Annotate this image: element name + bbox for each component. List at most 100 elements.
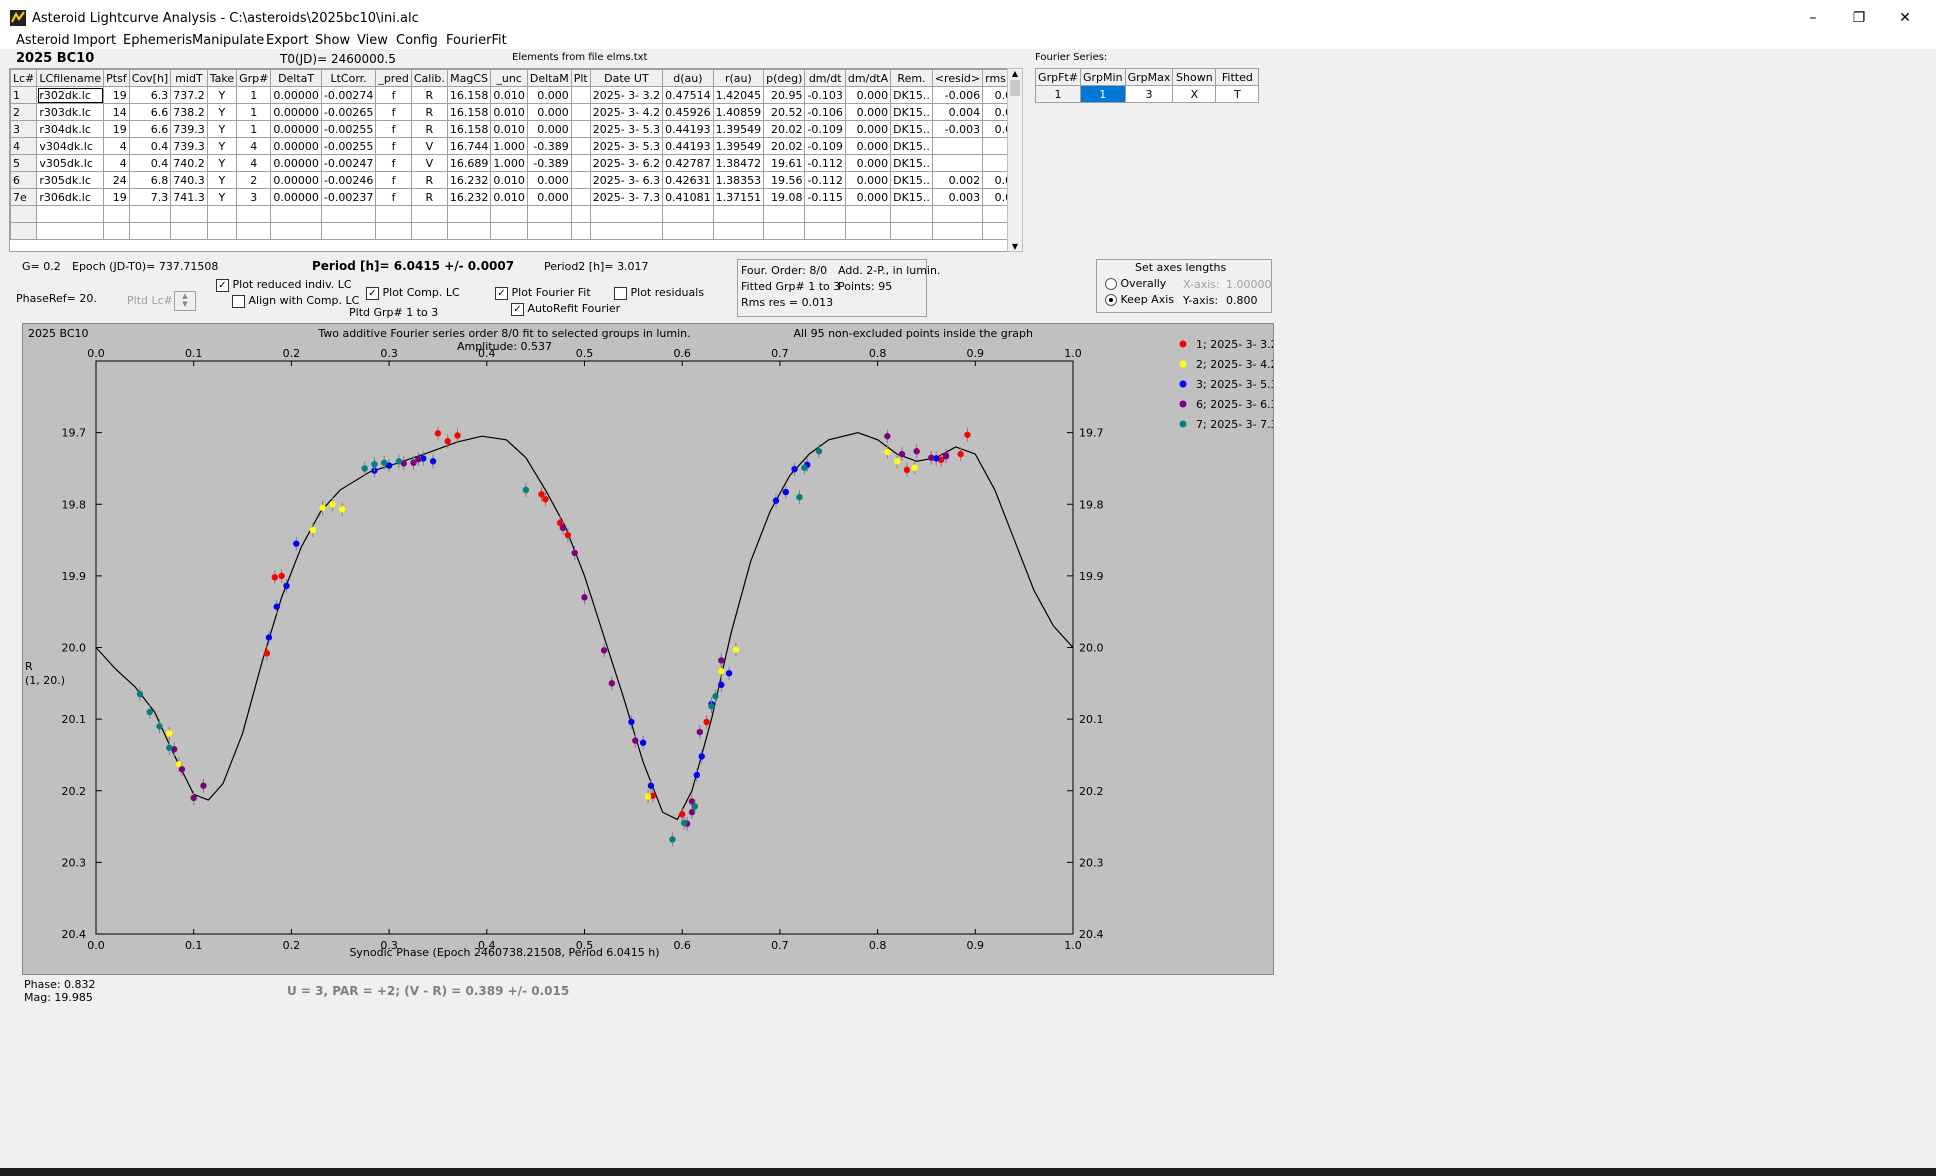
lc-cell[interactable]: 2 <box>236 171 272 189</box>
lc-cell[interactable]: 0.00000 <box>270 188 322 206</box>
table-scrollbar[interactable]: ▲ ▼ <box>1007 68 1023 252</box>
lc-cell[interactable]: DK15.. <box>890 188 933 206</box>
lc-cell[interactable] <box>931 137 984 155</box>
lc-cell[interactable]: 0.000 <box>844 86 892 104</box>
lc-cell[interactable]: 0.010 <box>490 188 528 206</box>
lc-cell[interactable]: 1.38353 <box>712 171 765 189</box>
lc-table-row[interactable]: 1 r302dk.lc 19 6.3 737.2 Y 1 0.00000 -0.00274 f R 1… <box>10 86 1012 104</box>
lc-cell[interactable]: -0.00274 <box>320 86 377 104</box>
lc-cell[interactable]: 0.010 <box>490 103 528 121</box>
lc-cell[interactable]: 0.000 <box>844 188 892 206</box>
lc-cell[interactable]: 0.00000 <box>270 103 322 121</box>
menu-manipulate[interactable]: Manipulate <box>192 33 264 48</box>
lc-cell[interactable]: 0.010 <box>490 86 528 104</box>
lc-cell[interactable] <box>570 188 591 206</box>
lc-cell[interactable]: -0.00255 <box>320 120 377 138</box>
menu-show[interactable]: Show <box>315 33 350 48</box>
menu-ephemeris[interactable]: Ephemeris <box>123 33 192 48</box>
lc-cell[interactable] <box>570 171 591 189</box>
lc-cell[interactable]: 0.000 <box>844 120 892 138</box>
lc-cell[interactable]: 19.61 <box>763 154 806 172</box>
lc-cell[interactable]: DK15.. <box>890 86 933 104</box>
lc-cell[interactable]: 4 <box>236 137 272 155</box>
yaxis-input[interactable]: 0.800 <box>1226 294 1258 307</box>
lc-cell[interactable]: 0.004 <box>931 103 984 121</box>
lc-cell[interactable]: 2025- 3- 5.3 <box>589 120 664 138</box>
lc-cell[interactable]: 0.002 <box>931 171 984 189</box>
lc-cell[interactable]: 19 <box>103 86 130 104</box>
lc-cell[interactable]: -0.003 <box>931 120 984 138</box>
lc-cell[interactable]: v304dk.lc <box>36 137 105 155</box>
lc-cell[interactable]: 16.232 <box>446 188 492 206</box>
lc-cell[interactable]: 0.000 <box>844 171 892 189</box>
lc-cell[interactable]: r302dk.lc <box>36 86 105 104</box>
lc-cell[interactable]: 1 <box>236 103 272 121</box>
lc-cell[interactable]: 1.42045 <box>712 86 765 104</box>
lc-cell[interactable]: 0.47514 <box>662 86 714 104</box>
lc-cell[interactable]: -0.106 <box>804 103 846 121</box>
lc-cell[interactable]: 739.3 <box>170 137 208 155</box>
menu-import[interactable]: Import <box>73 33 116 48</box>
lc-cell[interactable]: -0.103 <box>804 86 846 104</box>
lc-cell[interactable]: 0.00000 <box>270 86 322 104</box>
lc-cell[interactable]: R <box>410 86 448 104</box>
lc-cell[interactable]: -0.112 <box>804 171 846 189</box>
lc-cell[interactable]: 2025- 3- 6.2 <box>589 154 664 172</box>
lc-cell[interactable]: 0.000 <box>526 120 572 138</box>
lc-cell[interactable]: Y <box>206 120 238 138</box>
lc-cell[interactable]: 1.000 <box>490 137 528 155</box>
lc-cell[interactable]: 3 <box>236 188 272 206</box>
lc-cell[interactable]: 1 <box>236 120 272 138</box>
menu-export[interactable]: Export <box>266 33 309 48</box>
lc-cell[interactable]: f <box>375 171 412 189</box>
lc-cell[interactable]: 0.000 <box>844 103 892 121</box>
lc-cell[interactable]: 0.44193 <box>662 137 714 155</box>
lc-table-row[interactable]: 4 v304dk.lc 4 0.4 739.3 Y 4 0.00000 -0.00255 f V 16… <box>10 137 1012 155</box>
lc-cell[interactable]: 0.000 <box>526 86 572 104</box>
lc-cell[interactable]: -0.389 <box>526 137 572 155</box>
lc-cell[interactable]: f <box>375 154 412 172</box>
scroll-thumb[interactable] <box>1010 80 1020 96</box>
lc-cell[interactable] <box>570 86 591 104</box>
lc-cell[interactable]: DK15.. <box>890 171 933 189</box>
lc-cell[interactable]: 0.000 <box>844 154 892 172</box>
lc-cell[interactable]: 0.000 <box>526 103 572 121</box>
lc-cell[interactable]: 0.44193 <box>662 120 714 138</box>
lc-cell[interactable]: 14 <box>103 103 130 121</box>
menu-config[interactable]: Config <box>396 33 438 48</box>
lc-cell[interactable]: 1 <box>236 86 272 104</box>
lc-cell[interactable]: 6.8 <box>128 171 172 189</box>
lc-cell[interactable]: r306dk.lc <box>36 188 105 206</box>
lc-cell[interactable]: -0.109 <box>804 120 846 138</box>
lc-cell[interactable]: 19 <box>103 120 130 138</box>
plot-residuals-checkbox[interactable]: Plot residuals <box>614 286 704 300</box>
lc-cell[interactable]: 1.38472 <box>712 154 765 172</box>
lc-cell[interactable]: 2025- 3- 4.2 <box>589 103 664 121</box>
lc-cell[interactable]: r303dk.lc <box>36 103 105 121</box>
lc-cell[interactable]: f <box>375 137 412 155</box>
lc-cell[interactable]: 0.010 <box>490 120 528 138</box>
lc-cell[interactable]: 6.3 <box>128 86 172 104</box>
lc-cell[interactable]: 4 <box>236 154 272 172</box>
keep-axis-radio[interactable]: Keep Axis <box>1105 293 1174 306</box>
lc-cell[interactable]: 0.4 <box>128 154 172 172</box>
lc-cell[interactable]: 737.2 <box>170 86 208 104</box>
lc-cell[interactable]: 0.000 <box>526 188 572 206</box>
lc-cell[interactable]: Y <box>206 154 238 172</box>
autorefit-checkbox[interactable]: ✓ AutoRefit Fourier <box>511 302 620 316</box>
lc-cell[interactable]: 16.689 <box>446 154 492 172</box>
fourier-grpft-cell[interactable]: 1 <box>1035 85 1081 103</box>
lc-cell[interactable]: -0.115 <box>804 188 846 206</box>
lc-cell[interactable]: 16.158 <box>446 103 492 121</box>
lc-cell[interactable]: -0.00246 <box>320 171 377 189</box>
plot-fourier-checkbox[interactable]: ✓ Plot Fourier Fit <box>495 286 591 300</box>
lc-cell[interactable]: 4 <box>103 137 130 155</box>
lc-cell[interactable]: 0.45926 <box>662 103 714 121</box>
lc-cell[interactable] <box>570 120 591 138</box>
lc-table-row[interactable]: 6 r305dk.lc 24 6.8 740.3 Y 2 0.00000 -0.00246 f R 1… <box>10 171 1012 189</box>
lc-cell[interactable]: -0.006 <box>931 86 984 104</box>
lc-cell[interactable]: 2025- 3- 6.3 <box>589 171 664 189</box>
xaxis-input[interactable]: 1.00000 <box>1226 278 1272 291</box>
lc-cell[interactable]: Y <box>206 86 238 104</box>
lc-cell[interactable]: 0.42787 <box>662 154 714 172</box>
